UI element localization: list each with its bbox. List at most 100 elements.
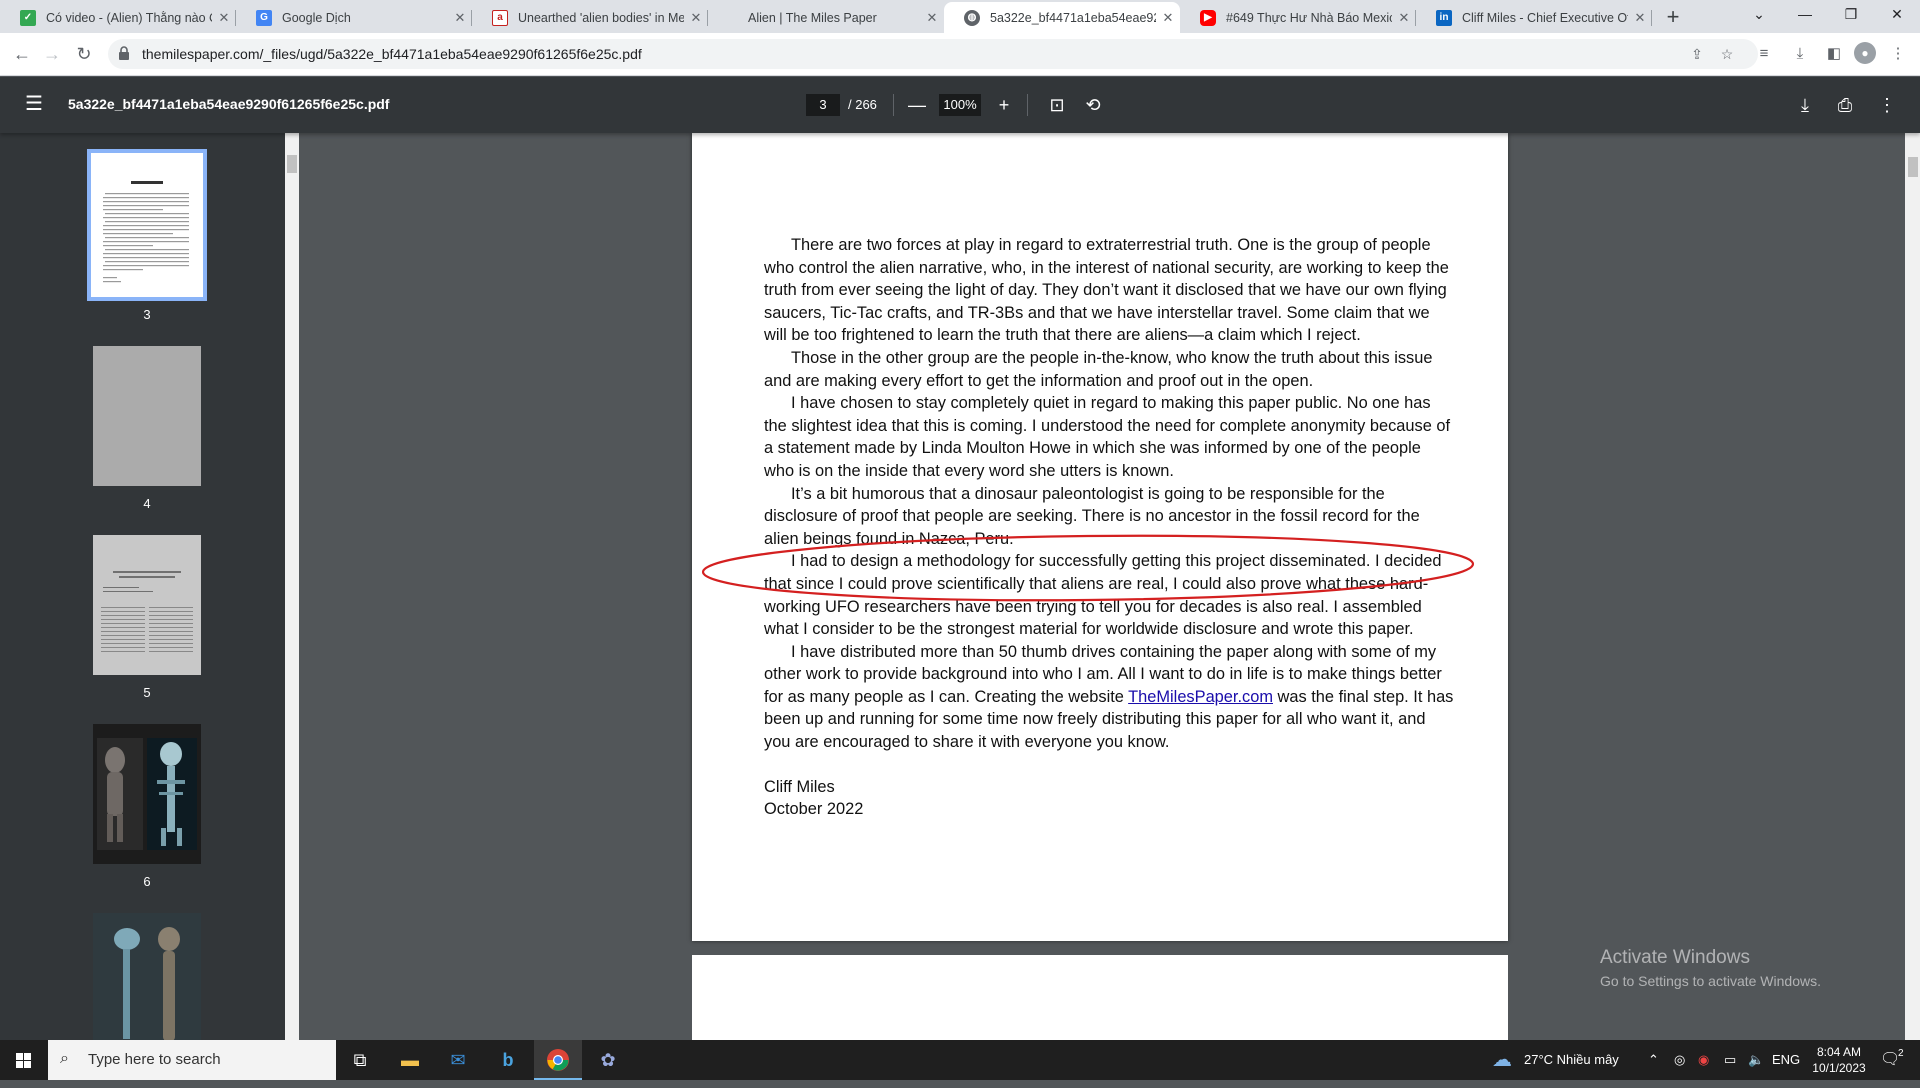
page-total: / 266 [848,97,877,112]
side-panel-icon[interactable]: ◧ [1822,42,1846,66]
paragraph: There are two forces at play in regard t… [764,236,1449,345]
pdf-filename: 5a322e_bf4471a1eba54eae9290f61265f6e25c.… [68,96,390,112]
close-icon[interactable]: ✕ [212,10,236,26]
back-button[interactable]: ← [8,40,36,68]
tab-title: 5a322e_bf4471a1eba54eae929 [990,10,1156,25]
thumbnail-number: 6 [143,874,151,889]
download-icon[interactable]: ⤓ [1792,92,1818,118]
tab-title: Unearthed 'alien bodies' in Mex [518,10,684,25]
bookmark-star-icon[interactable]: ☆ [1716,43,1738,65]
news-icon: a [492,9,508,26]
maximize-button[interactable]: ❐ [1828,0,1874,30]
mail-icon[interactable]: ✉ [434,1040,482,1080]
page-text: There are two forces at play in regard t… [764,234,1454,821]
weather-cloud-icon[interactable]: ☁ [1492,1040,1512,1080]
windows-logo-icon [16,1053,31,1068]
forward-button[interactable]: → [38,40,66,68]
close-icon[interactable]: ✕ [1392,10,1416,26]
clock-time: 8:04 AM [1816,1045,1862,1059]
activate-windows-watermark: Activate Windows Go to Settings to activ… [1600,947,1821,989]
close-icon[interactable]: ✕ [1156,10,1180,26]
thumbnail-page[interactable]: 3 [87,149,207,322]
reload-button[interactable]: ↻ [70,40,98,68]
signature-date: October 2022 [764,800,864,819]
share-icon[interactable]: ⇪ [1686,43,1708,65]
language-indicator[interactable]: ENG [1772,1040,1800,1080]
tab-title: Có video - (Alien) Thằng nào Ch [46,10,212,25]
thumbnail-sidebar: 3 4 5 6 [0,133,285,1040]
thumbnail-number: 5 [143,685,151,700]
sidebar-menu-icon[interactable]: ☰ [22,93,46,117]
task-view-icon[interactable]: ⧉ [336,1040,384,1080]
thumbnail-image[interactable] [93,913,201,1040]
close-icon[interactable]: ✕ [448,10,472,26]
browser-tab-active[interactable]: ◍ 5a322e_bf4471a1eba54eae929 ✕ [944,2,1180,33]
signature-name: Cliff Miles [764,777,835,796]
close-icon[interactable]: ✕ [684,10,708,26]
tab-search-button[interactable]: ⌄ [1736,0,1782,30]
thumbnail-image[interactable] [93,346,201,486]
signature-block: Cliff Miles October 2022 [764,776,1454,821]
paragraph: I have distributed more than 50 thumb dr… [764,641,1454,754]
thumbnail-image[interactable] [93,724,201,864]
browser-tab[interactable]: Alien | The Miles Paper ✕ [708,2,944,33]
zoom-in-icon[interactable]: + [991,92,1017,118]
clock[interactable]: 8:04 AM 10/1/2023 [1808,1044,1870,1076]
pdf-page: There are two forces at play in regard t… [692,133,1508,941]
reading-list-icon[interactable]: ≡ [1752,42,1776,66]
google-translate-icon: G [256,9,272,26]
taskbar-search-box[interactable]: ⌕ Type here to search [48,1040,336,1080]
antivirus-icon[interactable]: ◉ [1698,1040,1709,1080]
thumbnail-image[interactable] [93,535,201,675]
tab-strip: ✓ Có video - (Alien) Thằng nào Ch ✕ G Go… [0,0,1920,33]
watermark-title: Activate Windows [1600,947,1750,968]
red-ellipse-annotation [701,534,1475,602]
chrome-icon[interactable] [534,1040,582,1080]
globe-icon: ◍ [964,9,980,26]
browser-tab[interactable]: ✓ Có video - (Alien) Thằng nào Ch ✕ [0,2,236,33]
thumbnail-page[interactable] [88,913,206,1040]
volume-icon[interactable]: 🔈 [1748,1040,1764,1080]
close-icon[interactable]: ✕ [1628,10,1652,26]
browser-tab[interactable]: ▶ #649 Thực Hư Nhà Báo Mexico ✕ [1180,2,1416,33]
thumbnail-page[interactable]: 6 [88,724,206,889]
website-link[interactable]: TheMilesPaper.com [1128,688,1273,706]
weather-text[interactable]: 27°C Nhiều mây [1524,1040,1619,1080]
fit-page-icon[interactable]: ⊡ [1044,92,1070,118]
tab-title: #649 Thực Hư Nhà Báo Mexico [1226,10,1392,25]
page-number-input[interactable]: 3 [806,94,840,116]
pdf-more-icon[interactable]: ⋮ [1874,92,1900,118]
sidebar-scrollbar[interactable] [285,133,299,1040]
app-icon[interactable]: ✿ [584,1040,632,1080]
chevron-up-icon[interactable]: ⌃ [1648,1040,1659,1080]
close-icon[interactable]: ✕ [920,10,944,26]
browser-tab[interactable]: in Cliff Miles - Chief Executive Off ✕ [1416,2,1652,33]
downloads-icon[interactable]: ⤓ [1788,42,1812,66]
rotate-icon[interactable]: ⟲ [1080,92,1106,118]
onedrive-icon[interactable]: ◎ [1674,1040,1685,1080]
close-window-button[interactable]: ✕ [1874,0,1920,30]
browser-tab[interactable]: a Unearthed 'alien bodies' in Mex ✕ [472,2,708,33]
zoom-out-icon[interactable]: — [904,92,930,118]
profile-avatar-icon[interactable]: ● [1854,42,1876,64]
main-scrollbar[interactable] [1905,133,1920,1040]
bing-icon[interactable]: b [484,1040,532,1080]
thumbnail-image[interactable] [87,149,207,301]
thumbnail-page[interactable]: 4 [88,346,206,511]
minimize-button[interactable]: — [1782,0,1828,30]
tab-title: Cliff Miles - Chief Executive Off [1462,10,1628,25]
browser-tab[interactable]: G Google Dịch ✕ [236,2,472,33]
thumbnail-page[interactable]: 5 [88,535,206,700]
zoom-input[interactable]: 100% [939,94,981,116]
file-explorer-icon[interactable]: ▬ [386,1040,434,1080]
windows-start-button[interactable] [0,1040,48,1080]
address-bar[interactable]: themilespaper.com/_files/ugd/5a322e_bf44… [108,39,1758,69]
new-tab-button[interactable]: + [1659,4,1687,32]
lock-icon[interactable] [118,46,130,60]
pdf-viewer-toolbar: ☰ 5a322e_bf4471a1eba54eae9290f61265f6e25… [0,77,1920,133]
network-icon[interactable]: ▭ [1724,1040,1736,1080]
more-menu-icon[interactable]: ⋮ [1886,42,1910,66]
print-icon[interactable]: ⎙ [1832,92,1858,118]
url-text[interactable]: themilespaper.com/_files/ugd/5a322e_bf44… [142,46,642,62]
tab-title: Alien | The Miles Paper [748,10,877,25]
